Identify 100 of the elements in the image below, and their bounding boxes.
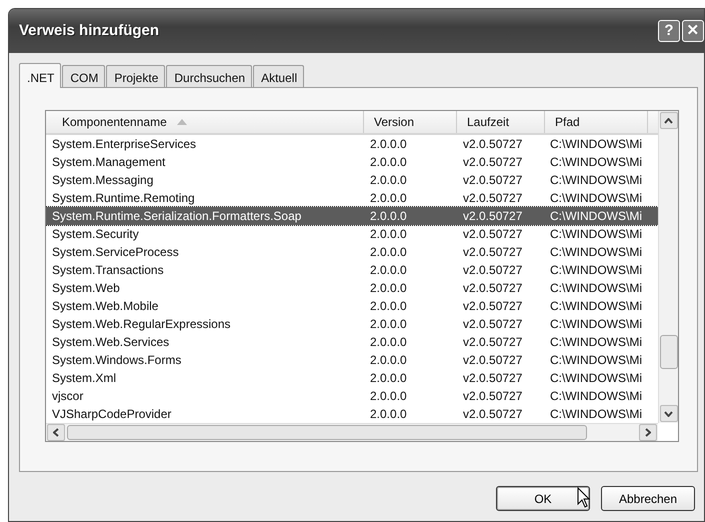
- table-row[interactable]: System.Xml 2.0.0.0 v2.0.50727 C:\WINDOWS\Mi: [46, 369, 658, 387]
- scroll-down-button[interactable]: [660, 405, 678, 422]
- table-cell-text: v2.0.50727: [462, 370, 524, 387]
- scrollbar-thumb[interactable]: [660, 335, 678, 369]
- cancel-button[interactable]: Abbrechen: [601, 486, 695, 511]
- scroll-right-button[interactable]: [639, 424, 657, 441]
- table-cell-text: C:\WINDOWS\Mi: [549, 406, 643, 423]
- scrollbar-thumb[interactable]: [67, 425, 587, 440]
- table-cell-text: System.EnterpriseServices: [51, 136, 198, 153]
- table-cell-text: v2.0.50727: [462, 388, 524, 405]
- table-cell-text: System.Web.Services: [51, 334, 170, 351]
- chevron-left-icon: [53, 428, 59, 437]
- table-cell-text: C:\WINDOWS\Mi: [549, 334, 643, 351]
- tab[interactable]: .NET: [19, 63, 62, 88]
- table-cell-text: C:\WINDOWS\Mi: [549, 370, 643, 387]
- table-cell-text: C:\WINDOWS\Mi: [549, 262, 643, 279]
- table-cell-text: v2.0.50727: [462, 334, 524, 351]
- table-cell-text: 2.0.0.0: [369, 208, 408, 225]
- table-cell-text: v2.0.50727: [462, 136, 524, 153]
- table-cell-text: C:\WINDOWS\Mi: [549, 244, 643, 261]
- table-cell-text: C:\WINDOWS\Mi: [549, 298, 643, 315]
- table-cell-text: C:\WINDOWS\Mi: [549, 136, 643, 153]
- table-cell-text: System.ServiceProcess: [51, 244, 180, 261]
- tab[interactable]: Projekte: [106, 65, 166, 87]
- table-cell-text: 2.0.0.0: [369, 388, 408, 405]
- chevron-down-icon: [664, 410, 673, 416]
- table-cell-text: C:\WINDOWS\Mi: [549, 280, 643, 297]
- table-cell-text: 2.0.0.0: [369, 280, 408, 297]
- table-row[interactable]: System.EnterpriseServices 2.0.0.0 v2.0.50727 C:\WINDOWS\Mi: [46, 135, 658, 153]
- table-cell-text: vjscor: [51, 388, 84, 405]
- table-cell-text: v2.0.50727: [462, 298, 524, 315]
- table-cell-text: v2.0.50727: [462, 154, 524, 171]
- table-cell-text: System.Runtime.Serialization.Formatters.Soap: [51, 208, 302, 225]
- table-row[interactable]: System.Transactions 2.0.0.0 v2.0.50727 C:\WINDOWS\Mi: [46, 261, 658, 279]
- column-header[interactable]: Version: [374, 113, 414, 131]
- table-row[interactable]: System.ServiceProcess 2.0.0.0 v2.0.50727 C:\WINDOWS\Mi: [46, 243, 658, 261]
- tab[interactable]: COM: [62, 65, 106, 87]
- table-cell-text: 2.0.0.0: [369, 262, 408, 279]
- tab[interactable]: Durchsuchen: [166, 65, 252, 87]
- table-cell-text: v2.0.50727: [462, 244, 524, 261]
- help-button[interactable]: ?: [658, 20, 680, 42]
- table-row[interactable]: System.Management 2.0.0.0 v2.0.50727 C:\WINDOWS\Mi: [46, 153, 658, 171]
- table-row[interactable]: System.Security 2.0.0.0 v2.0.50727 C:\WINDOWS\Mi: [46, 225, 658, 243]
- table-cell-text: C:\WINDOWS\Mi: [549, 226, 643, 243]
- table-cell-text: System.Transactions: [51, 262, 165, 279]
- table-cell-text: System.Web.RegularExpressions: [51, 316, 232, 333]
- table-cell-text: System.Security: [51, 226, 140, 243]
- tab[interactable]: Aktuell: [253, 65, 304, 87]
- table-cell-text: System.Runtime.Remoting: [51, 190, 196, 207]
- table-row[interactable]: System.Windows.Forms 2.0.0.0 v2.0.50727 C:\WINDOWS\Mi: [46, 351, 658, 369]
- table-cell-text: 2.0.0.0: [369, 370, 408, 387]
- table-row[interactable]: vjscor 2.0.0.0 v2.0.50727 C:\WINDOWS\Mi: [46, 387, 658, 405]
- table-row[interactable]: VJSharpCodeProvider 2.0.0.0 v2.0.50727 C:\WINDOWS\Mi: [46, 405, 658, 423]
- table-row[interactable]: System.Runtime.Remoting 2.0.0.0 v2.0.50727 C:\WINDOWS\Mi: [46, 189, 658, 207]
- table-cell-text: System.Management: [51, 154, 166, 171]
- table-cell-text: 2.0.0.0: [369, 352, 408, 369]
- table-cell-text: 2.0.0.0: [369, 298, 408, 315]
- table-cell-text: 2.0.0.0: [369, 244, 408, 261]
- table-cell-text: v2.0.50727: [462, 406, 524, 423]
- table-cell-text: v2.0.50727: [462, 190, 524, 207]
- sort-ascending-icon: [176, 119, 187, 125]
- table-cell-text: C:\WINDOWS\Mi: [549, 208, 643, 225]
- table-cell-text: 2.0.0.0: [369, 406, 408, 423]
- table-cell-text: v2.0.50727: [462, 208, 524, 225]
- table-cell-text: C:\WINDOWS\Mi: [549, 154, 643, 171]
- table-cell-text: v2.0.50727: [462, 352, 524, 369]
- table-cell-text: 2.0.0.0: [369, 172, 408, 189]
- table-cell-text: C:\WINDOWS\Mi: [549, 190, 643, 207]
- chevron-up-icon: [664, 118, 673, 124]
- table-row[interactable]: System.Web.RegularExpressions 2.0.0.0 v2.0.50727 C:\WINDOWS\Mi: [46, 315, 658, 333]
- table-cell-text: System.Xml: [51, 370, 118, 387]
- table-cell-text: 2.0.0.0: [369, 316, 408, 333]
- column-header[interactable]: Laufzeit: [467, 113, 510, 131]
- table-cell-text: 2.0.0.0: [369, 226, 408, 243]
- table-cell-text: 2.0.0.0: [369, 136, 408, 153]
- table-cell-text: System.Web: [51, 280, 121, 297]
- table-cell-text: v2.0.50727: [462, 316, 524, 333]
- table-row[interactable]: System.Messaging 2.0.0.0 v2.0.50727 C:\WINDOWS\Mi: [46, 171, 658, 189]
- table-cell-text: C:\WINDOWS\Mi: [549, 388, 643, 405]
- ok-button[interactable]: OK: [496, 486, 590, 511]
- table-cell-text: VJSharpCodeProvider: [51, 406, 172, 423]
- table-cell-text: v2.0.50727: [462, 262, 524, 279]
- column-header[interactable]: Komponentenname: [62, 113, 167, 131]
- chevron-right-icon: [645, 428, 651, 437]
- scroll-up-button[interactable]: [660, 112, 678, 129]
- table-row[interactable]: System.Runtime.Serialization.Formatters.Soap 2.0.0.0 v2.0.50727 C:\WINDOWS\Mi: [46, 207, 658, 225]
- column-header[interactable]: Pfad: [555, 113, 580, 131]
- table-cell-text: 2.0.0.0: [369, 190, 408, 207]
- close-button[interactable]: ✕: [682, 20, 704, 42]
- table-cell-text: v2.0.50727: [462, 226, 524, 243]
- table-cell-text: System.Messaging: [51, 172, 154, 189]
- table-row[interactable]: System.Web.Services 2.0.0.0 v2.0.50727 C:\WINDOWS\Mi: [46, 333, 658, 351]
- table-cell-text: System.Windows.Forms: [51, 352, 182, 369]
- window-title: Verweis hinzufügen: [19, 20, 160, 41]
- table-row[interactable]: System.Web 2.0.0.0 v2.0.50727 C:\WINDOWS\Mi: [46, 279, 658, 297]
- table-cell-text: C:\WINDOWS\Mi: [549, 172, 643, 189]
- scroll-left-button[interactable]: [47, 424, 65, 441]
- table-cell-text: C:\WINDOWS\Mi: [549, 316, 643, 333]
- table-row[interactable]: System.Web.Mobile 2.0.0.0 v2.0.50727 C:\WINDOWS\Mi: [46, 297, 658, 315]
- table-cell-text: 2.0.0.0: [369, 334, 408, 351]
